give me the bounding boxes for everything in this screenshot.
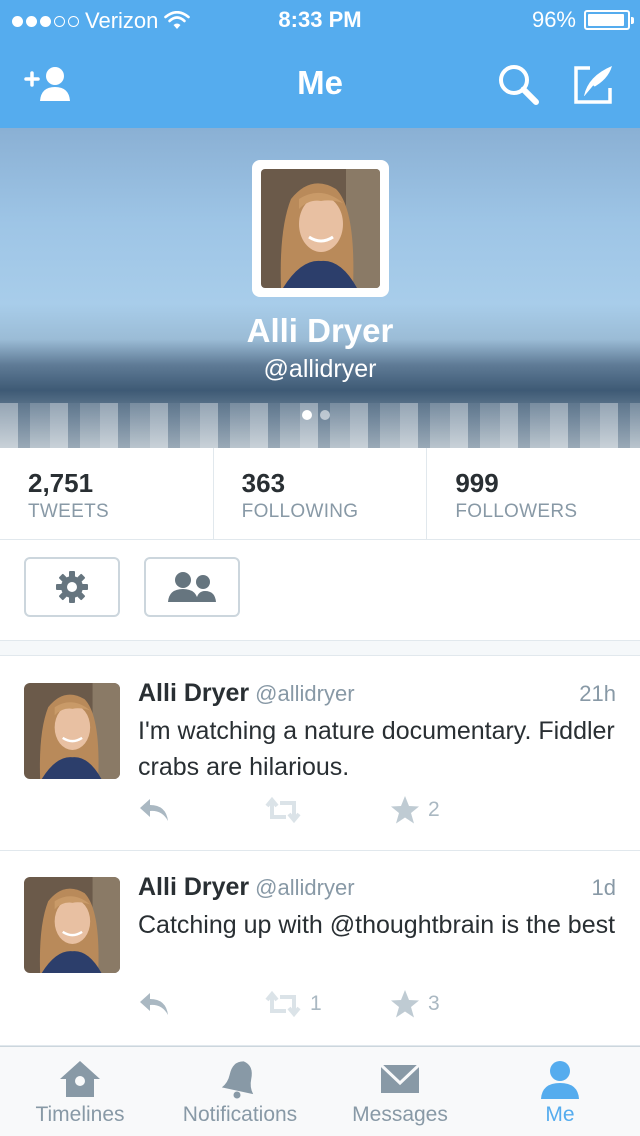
profile-actions [0, 541, 640, 641]
tweet-timestamp: 1d [591, 875, 616, 900]
stat-label: FOLLOWERS [455, 501, 578, 522]
profile-avatar[interactable] [252, 160, 389, 297]
tweet-actions: 1 3 [138, 989, 516, 1019]
section-divider [0, 640, 640, 656]
tweet-avatar[interactable] [24, 877, 120, 973]
retweet-icon [265, 991, 301, 1017]
tweet-author-name[interactable]: Alli Dryer [138, 679, 249, 707]
profile-screen: Verizon 8:33 PM 96% Me Alli Dryer @allid… [0, 0, 640, 1136]
tweet-item[interactable]: Alli Dryer @allidryer 1d Catching up with… [0, 851, 640, 1046]
battery-group: 96% [531, 7, 634, 33]
favorite-count: 3 [428, 992, 440, 1015]
tweets-count[interactable]: 2,751 TWEETS [0, 448, 214, 539]
tab-label: Me [545, 1103, 575, 1126]
home-icon [60, 1061, 100, 1097]
profile-name: Alli Dryer [246, 312, 394, 349]
retweet-button[interactable] [264, 795, 390, 825]
tweet-avatar[interactable] [24, 683, 120, 779]
tweet-header: Alli Dryer @allidryer 1d [138, 873, 616, 907]
favorite-count: 2 [428, 798, 440, 821]
envelope-icon [379, 1063, 421, 1093]
stat-value: 363 [241, 468, 286, 498]
page-dot-2 [320, 410, 330, 420]
favorite-button[interactable]: 2 [390, 795, 516, 825]
favorite-button[interactable]: 3 [390, 989, 516, 1019]
gear-icon [56, 571, 88, 603]
star-icon [391, 990, 419, 1018]
avatar-image [261, 169, 380, 288]
accounts-button[interactable] [144, 557, 240, 617]
tab-notifications[interactable]: Notifications [160, 1047, 320, 1136]
following-count[interactable]: 363 FOLLOWING [214, 448, 428, 539]
followers-count[interactable]: 999 FOLLOWERS [427, 448, 640, 539]
avatar-image [24, 683, 120, 779]
reply-button[interactable] [138, 795, 264, 825]
stat-value: 2,751 [28, 468, 94, 498]
tweet-author-handle: @allidryer [255, 681, 355, 706]
tweet-author-handle: @allidryer [255, 875, 355, 900]
retweet-button[interactable]: 1 [264, 989, 390, 1019]
tab-label: Notifications [182, 1103, 298, 1126]
tweet-author-name[interactable]: Alli Dryer [138, 873, 249, 901]
settings-button[interactable] [24, 557, 120, 617]
tweet-item[interactable]: Alli Dryer @allidryer 21h I'm watching a … [0, 657, 640, 851]
compose-icon [574, 66, 612, 104]
battery-icon [584, 10, 634, 30]
search-icon [499, 65, 539, 105]
star-icon [391, 796, 419, 824]
retweet-icon [265, 797, 301, 823]
reply-button[interactable] [138, 989, 264, 1019]
tweet-actions: 2 [138, 795, 516, 825]
bell-icon [221, 1061, 254, 1099]
people-icon [168, 572, 216, 602]
tab-label: Timelines [35, 1103, 125, 1126]
tweet-text: I'm watching a nature documentary. Fiddl… [138, 717, 615, 781]
profile-stats: 2,751 TWEETS 363 FOLLOWING 999 FOLLOWERS [0, 448, 640, 540]
avatar-image [24, 877, 120, 973]
stat-label: FOLLOWING [241, 501, 359, 522]
tweet-header: Alli Dryer @allidryer 21h [138, 679, 616, 713]
battery-percent: 96% [531, 7, 576, 32]
profile-handle: @allidryer [263, 355, 377, 383]
tab-bar: Timelines Notifications Messages Me [0, 1046, 640, 1136]
reply-icon [140, 993, 168, 1015]
tweet-timestamp: 21h [579, 681, 616, 706]
person-icon [541, 1061, 579, 1099]
tab-label: Messages [352, 1103, 448, 1126]
status-bar: Verizon 8:33 PM 96% [0, 0, 640, 40]
compose-tweet-button[interactable] [566, 62, 622, 106]
retweet-count: 1 [310, 992, 322, 1015]
tab-me[interactable]: Me [480, 1047, 640, 1136]
stat-value: 999 [455, 468, 499, 498]
search-button[interactable] [490, 62, 546, 106]
page-dot-1 [302, 410, 312, 420]
tweet-text: Catching up with @thoughtbrain is the be… [138, 911, 616, 939]
top-bar: Verizon 8:33 PM 96% Me [0, 0, 640, 128]
stat-label: TWEETS [28, 501, 109, 522]
reply-icon [140, 799, 168, 821]
banner-page-indicator[interactable] [302, 410, 330, 420]
tab-timelines[interactable]: Timelines [0, 1047, 160, 1136]
tab-messages[interactable]: Messages [320, 1047, 480, 1136]
